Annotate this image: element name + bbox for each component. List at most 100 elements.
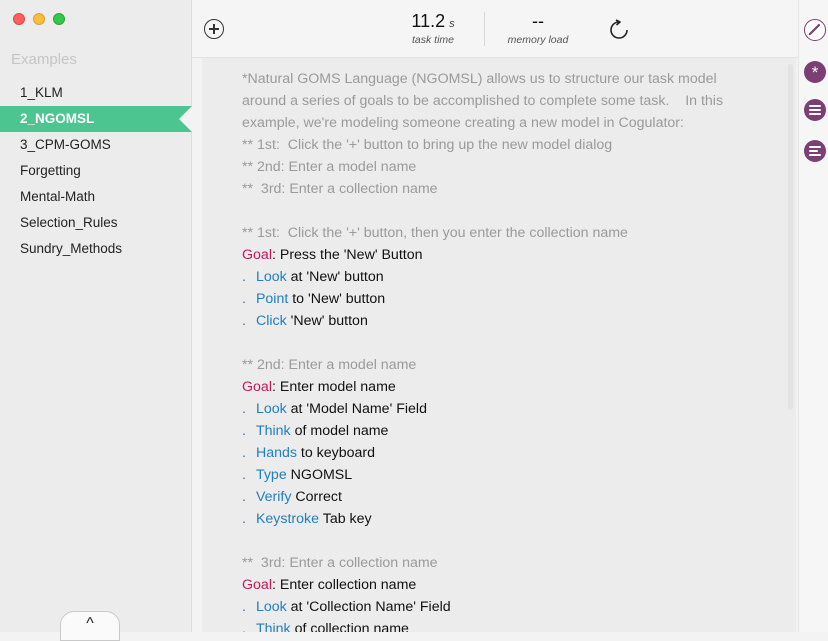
editor-line: . Verify Correct — [242, 486, 723, 508]
line-text: at 'New' button — [286, 269, 384, 285]
editor-line: . Click 'New' button — [242, 310, 723, 332]
tool-rail: * — [798, 0, 828, 632]
sidebar-item-sundry-methods[interactable]: Sundry_Methods — [0, 236, 192, 262]
refresh-button[interactable] — [608, 19, 630, 41]
line-text: : Press the 'New' Button — [271, 247, 423, 263]
editor-line: . Think of model name — [242, 420, 723, 442]
editor-line: ** 3rd: Enter a collection name — [242, 178, 723, 200]
task-time-value: 11.2 — [411, 11, 446, 31]
operator-keyword: Look — [255, 401, 287, 417]
sidebar-item-mental-math[interactable]: Mental-Math — [0, 184, 192, 210]
indent-dot: . — [242, 291, 246, 307]
close-window-button[interactable] — [13, 13, 25, 25]
list-icon-line — [809, 154, 821, 156]
editor-line: ** 1st: Click the '+' button, then you e… — [242, 222, 723, 244]
sidebar-item-3-cpm-goms[interactable]: 3_CPM-GOMS — [0, 132, 192, 158]
line-text: : Enter model name — [271, 379, 396, 395]
editor-line: . Look at 'Collection Name' Field — [242, 596, 723, 618]
indent-dot: . — [242, 467, 246, 483]
editor-line: Goal: Press the 'New' Button — [242, 244, 723, 266]
operator-keyword: Point — [255, 291, 289, 307]
maximize-window-button[interactable] — [53, 13, 65, 25]
editor-line — [242, 332, 723, 354]
editor-scrollbar[interactable] — [788, 64, 793, 410]
task-time-label: task time — [411, 34, 454, 46]
indent-dot: . — [242, 313, 246, 329]
operators-button[interactable]: * — [804, 61, 826, 83]
minimize-window-button[interactable] — [33, 13, 45, 25]
indent-dot: . — [242, 599, 246, 615]
editor-line: ** 2nd: Enter a model name — [242, 354, 723, 376]
editor-line: Goal: Enter collection name — [242, 574, 723, 596]
editor-line — [242, 530, 723, 552]
add-model-button[interactable] — [204, 19, 224, 39]
editor-lines: *Natural GOMS Language (NGOMSL) allows u… — [242, 68, 723, 632]
list-icon — [809, 105, 821, 107]
editor-line: . Type NGOMSL — [242, 464, 723, 486]
editor-line: . Think of collection name — [242, 618, 723, 632]
editor-line: ** 3rd: Enter a collection name — [242, 552, 723, 574]
operator-keyword: Hands — [255, 445, 297, 461]
editor-line: Goal: Enter model name — [242, 376, 723, 398]
goal-keyword: Goal — [242, 577, 272, 593]
editor-line: ** 1st: Click the '+' button to bring up… — [242, 134, 723, 156]
indent-dot: . — [242, 269, 246, 285]
operator-keyword: Think — [255, 423, 291, 439]
editor-line: . Look at 'Model Name' Field — [242, 398, 723, 420]
edit-button[interactable] — [804, 19, 826, 41]
model-list: 1_KLM 2_NGOMSL 3_CPM-GOMS Forgetting Men… — [0, 80, 192, 262]
line-text: to 'New' button — [288, 291, 386, 307]
toolbar-divider — [484, 12, 485, 46]
comment-text: *Natural GOMS Language (NGOMSL) allows u… — [242, 71, 717, 87]
list-button[interactable] — [804, 99, 826, 121]
editor-line: example, we're modeling someone creating… — [242, 112, 723, 134]
pencil-icon — [808, 23, 821, 36]
sidebar-item-forgetting[interactable]: Forgetting — [0, 158, 192, 184]
collapse-sidebar-button[interactable]: ^ — [60, 611, 120, 641]
line-text: to keyboard — [296, 445, 376, 461]
outline-button[interactable] — [804, 140, 826, 162]
list-icon-line — [809, 150, 818, 152]
operator-keyword: Verify — [255, 489, 292, 505]
refresh-icon — [610, 19, 628, 39]
task-time-metric: 11.2 s task time — [383, 10, 483, 46]
toolbar: 11.2 s task time -- memory load — [192, 0, 798, 58]
comment-text: ** 2nd: Enter a model name — [242, 159, 417, 175]
memory-load-metric: -- memory load — [488, 10, 588, 46]
comment-text: around a series of goals to be accomplis… — [242, 93, 724, 109]
operator-keyword: Look — [255, 599, 287, 615]
sidebar-item-1-klm[interactable]: 1_KLM — [0, 80, 192, 106]
list-icon-line — [809, 113, 821, 115]
indent-dot: . — [242, 445, 246, 461]
sidebar: Examples 1_KLM 2_NGOMSL 3_CPM-GOMS Forge… — [0, 0, 192, 641]
editor-line: *Natural GOMS Language (NGOMSL) allows u… — [242, 68, 723, 90]
indent-dot: . — [242, 401, 246, 417]
model-editor[interactable]: *Natural GOMS Language (NGOMSL) allows u… — [202, 58, 796, 632]
goal-keyword: Goal — [242, 379, 272, 395]
indent-dot: . — [242, 621, 246, 632]
operator-keyword: Think — [255, 621, 291, 632]
asterisk-icon: * — [811, 63, 819, 82]
editor-line: . Keystroke Tab key — [242, 508, 723, 530]
line-text: at 'Collection Name' Field — [286, 599, 451, 615]
editor-line: around a series of goals to be accomplis… — [242, 90, 723, 112]
line-text: 'New' button — [286, 313, 368, 329]
list-icon-line — [809, 109, 821, 111]
goal-keyword: Goal — [242, 247, 272, 263]
editor-line: . Point to 'New' button — [242, 288, 723, 310]
operator-keyword: Keystroke — [255, 511, 320, 527]
sidebar-item-2-ngomsl[interactable]: 2_NGOMSL — [0, 106, 192, 132]
comment-text: ** 3rd: Enter a collection name — [242, 181, 438, 197]
task-time-unit: s — [449, 18, 455, 30]
comment-text: ** 2nd: Enter a model name — [242, 357, 417, 373]
line-text: NGOMSL — [286, 467, 353, 483]
editor-line — [242, 200, 723, 222]
line-text: Tab key — [319, 511, 372, 527]
line-text: of collection name — [290, 621, 409, 632]
line-text: of model name — [290, 423, 389, 439]
sidebar-item-selection-rules[interactable]: Selection_Rules — [0, 210, 192, 236]
list-icon — [809, 146, 821, 148]
line-text: Correct — [291, 489, 342, 505]
line-text: at 'Model Name' Field — [286, 401, 427, 417]
memory-load-label: memory load — [507, 34, 569, 46]
